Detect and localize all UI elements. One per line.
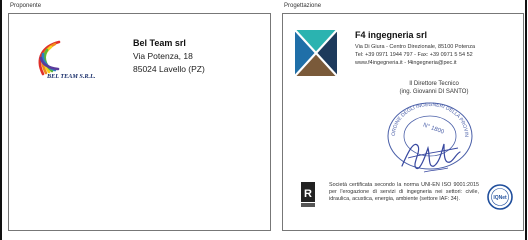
bel-team-logo-text: BEL TEAM S.R.L. — [46, 73, 96, 80]
proponent-company-name: Bel Team srl — [133, 38, 186, 48]
designer-company-name: F4 ingegneria srl — [355, 30, 428, 40]
bel-team-logo: BEL TEAM S.R.L. — [38, 40, 96, 80]
proponent-city: 85024 Lavello (PZ) — [133, 64, 205, 74]
f4-ingegneria-logo — [295, 30, 337, 76]
iqnet-certification-logo: IQNet — [487, 184, 513, 210]
certification-text: Società certificata secondo la norma UNI… — [329, 182, 479, 202]
proponent-address: Via Potenza, 18 — [133, 51, 193, 61]
designer-box: F4 ingegneria srl Via Di Giura - Centro … — [282, 13, 524, 231]
seal-text: ORDINE DEGLI INGEGNERI DELLA PROVINCIA D… — [383, 92, 469, 137]
designer-contacts: Tel: +39 0971 1944 797 - Fax: +39 0971 5… — [355, 52, 473, 58]
director-signature — [401, 143, 461, 173]
director-title: Il Direttore Tecnico — [409, 81, 459, 87]
designer-section-label: Progettazione — [284, 3, 322, 9]
designer-web: www.f4ingegneria.it - f4ingegneria@pec.i… — [355, 60, 457, 66]
page-border-left — [0, 0, 2, 240]
proponent-section-label: Proponente — [10, 3, 42, 9]
proponent-box: BEL TEAM S.R.L. Bel Team srl Via Potenza… — [8, 13, 271, 231]
designer-address: Via Di Giura - Centro Direzionale, 85100… — [355, 44, 476, 50]
page-border-right — [525, 0, 527, 240]
svg-text:R: R — [304, 188, 312, 200]
iqnet-logo-text: IQNet — [493, 195, 507, 201]
certification-er-logo: R — [301, 182, 315, 207]
